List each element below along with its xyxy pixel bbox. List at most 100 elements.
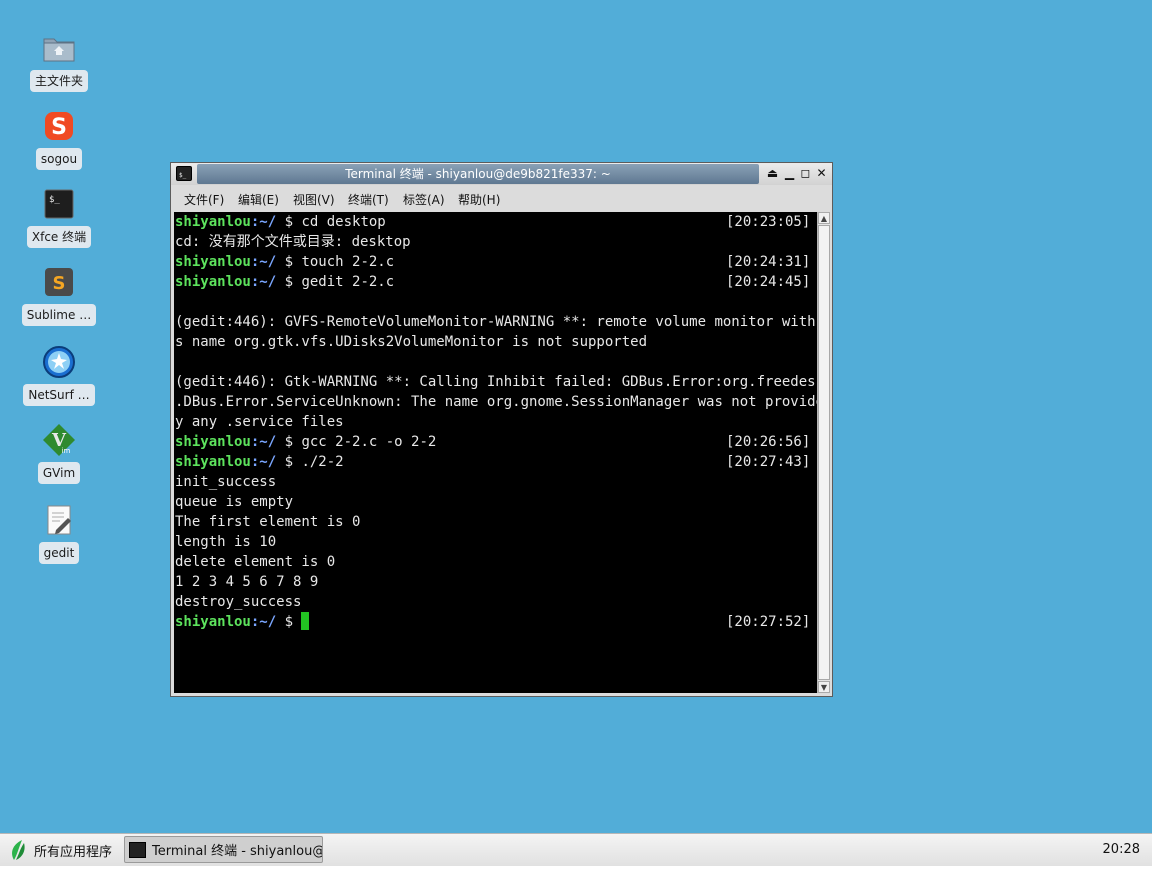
- output-line: .DBus.Error.ServiceUnknown: The name org…: [175, 394, 817, 410]
- output-line: delete element is 0: [175, 554, 336, 570]
- output-line: length is 10: [175, 534, 277, 550]
- command-timestamp: [20:27:52]: [726, 614, 811, 630]
- prompt-dir: :~/: [250, 254, 277, 270]
- gedit-icon: [41, 502, 77, 538]
- scrollbar[interactable]: ▲ ▼: [817, 212, 830, 693]
- command-timestamp: [20:26:56]: [726, 434, 811, 450]
- command-text: gedit 2-2.c: [301, 274, 395, 290]
- output-line: queue is empty: [175, 494, 294, 510]
- prompt-dir: :~/: [250, 614, 277, 630]
- output-line: The first element is 0: [175, 514, 361, 530]
- terminal-line: shiyanlou:~/ $ gcc 2-2.c -o 2-2: [175, 432, 436, 452]
- prompt-sign: $: [276, 454, 302, 470]
- desktop-icon-gvim[interactable]: V im GVim: [22, 422, 96, 484]
- prompt-user: shiyanlou: [175, 214, 251, 230]
- prompt-user: shiyanlou: [175, 254, 251, 270]
- menubar: 文件(F) 编辑(E) 视图(V) 终端(T) 标签(A) 帮助(H): [171, 185, 832, 211]
- scroll-down-arrow-icon[interactable]: ▼: [818, 681, 830, 693]
- output-line: s name org.gtk.vfs.UDisks2VolumeMonitor …: [175, 334, 648, 350]
- prompt-user: shiyanlou: [175, 274, 251, 290]
- terminal-line: shiyanlou:~/ $ touch 2-2.c: [175, 252, 394, 272]
- output-line: (gedit:446): GVFS-RemoteVolumeMonitor-WA…: [175, 314, 817, 330]
- menu-file[interactable]: 文件(F): [184, 191, 224, 208]
- terminal-icon: [129, 841, 146, 858]
- netsurf-icon: [41, 344, 77, 380]
- output-line: cd: 没有那个文件或目录: desktop: [175, 234, 411, 250]
- desktop-icon-xfce-terminal[interactable]: $_ Xfce 终端: [22, 186, 96, 248]
- window-title: Terminal 终端 - shiyanlou@de9b821fe337: ~: [197, 164, 759, 184]
- clock[interactable]: 20:28: [1103, 842, 1140, 857]
- prompt-sign: $: [276, 254, 302, 270]
- minimize-button[interactable]: ▁: [782, 166, 797, 181]
- sogou-icon: S: [41, 108, 77, 144]
- svg-text:im: im: [62, 447, 71, 455]
- desktop-icon-label: GVim: [37, 462, 81, 484]
- menu-help[interactable]: 帮助(H): [458, 191, 500, 208]
- taskbar-window-button[interactable]: Terminal 终端 - shiyanlou@…: [124, 836, 323, 863]
- scrollbar-thumb[interactable]: [818, 225, 830, 680]
- taskbar-window-label: Terminal 终端 - shiyanlou@…: [152, 844, 323, 859]
- desktop-icon-gedit[interactable]: gedit: [22, 502, 96, 564]
- output-line: y any .service files: [175, 414, 344, 430]
- command-timestamp: [20:23:05]: [726, 214, 811, 230]
- desktop-icon-label: NetSurf …: [23, 384, 95, 406]
- screen-bottom-area: [0, 866, 1152, 896]
- close-button[interactable]: ✕: [814, 166, 829, 181]
- shade-button[interactable]: ⏏: [765, 166, 780, 181]
- desktop-icon-label: gedit: [38, 542, 80, 564]
- menu-view[interactable]: 视图(V): [293, 191, 335, 208]
- desktop-icon-label: Xfce 终端: [26, 226, 92, 248]
- desktop-icon-home[interactable]: 主文件夹: [22, 30, 96, 92]
- menu-tabs[interactable]: 标签(A): [403, 191, 445, 208]
- svg-text:$_: $_: [49, 195, 60, 205]
- prompt-dir: :~/: [250, 454, 277, 470]
- terminal-line: shiyanlou:~/ $ cd desktop: [175, 212, 386, 232]
- command-text: cd desktop: [301, 214, 386, 230]
- desktop-icon-label: Sublime …: [21, 304, 97, 326]
- desktop-icon-sublime[interactable]: S Sublime …: [21, 264, 97, 326]
- desktop-icon-netsurf[interactable]: NetSurf …: [22, 344, 96, 406]
- command-text: touch 2-2.c: [301, 254, 395, 270]
- terminal-icon[interactable]: $_: [176, 166, 192, 181]
- applications-menu-label: 所有应用程序: [34, 844, 113, 860]
- maximize-button[interactable]: ◻: [798, 166, 813, 181]
- leaf-logo-icon: [12, 840, 25, 860]
- desktop-icon-label: sogou: [35, 148, 83, 170]
- prompt-sign: $: [276, 614, 302, 630]
- command-timestamp: [20:27:43]: [726, 454, 811, 470]
- prompt-user: shiyanlou: [175, 454, 251, 470]
- terminal-window: $_ Terminal 终端 - shiyanlou@de9b821fe337:…: [170, 162, 833, 697]
- output-line: init_success: [175, 474, 277, 490]
- terminal-line: shiyanlou:~/ $ gedit 2-2.c: [175, 272, 394, 292]
- prompt-sign: $: [276, 434, 302, 450]
- output-line: (gedit:446): Gtk-WARNING **: Calling Inh…: [175, 374, 817, 390]
- menu-edit[interactable]: 编辑(E): [238, 191, 279, 208]
- command-text: gcc 2-2.c -o 2-2: [301, 434, 437, 450]
- terminal-output[interactable]: [20:23:05] shiyanlou:~/ $ cd desktop cd: 没…: [174, 212, 817, 693]
- prompt-dir: :~/: [250, 214, 277, 230]
- sublime-icon: S: [41, 264, 77, 300]
- window-titlebar[interactable]: $_ Terminal 终端 - shiyanlou@de9b821fe337:…: [171, 163, 832, 185]
- output-line: destroy_success: [175, 594, 302, 610]
- svg-text:$_: $_: [179, 172, 187, 179]
- scroll-up-arrow-icon[interactable]: ▲: [818, 212, 830, 224]
- prompt-user: shiyanlou: [175, 434, 251, 450]
- svg-text:S: S: [53, 273, 66, 294]
- prompt-user: shiyanlou: [175, 614, 251, 630]
- menu-terminal[interactable]: 终端(T): [348, 191, 389, 208]
- terminal-line: shiyanlou:~/ $: [175, 612, 310, 632]
- desktop-icon-sogou[interactable]: S sogou: [22, 108, 96, 170]
- text-cursor: [301, 612, 310, 630]
- prompt-sign: $: [276, 214, 302, 230]
- terminal-line: shiyanlou:~/ $ ./2-2: [175, 452, 344, 472]
- prompt-sign: $: [276, 274, 302, 290]
- command-timestamp: [20:24:31]: [726, 254, 811, 270]
- applications-menu-button[interactable]: 所有应用程序: [8, 838, 112, 862]
- taskbar: 所有应用程序 Terminal 终端 - shiyanlou@… 20:28: [0, 833, 1152, 866]
- command-timestamp: [20:24:45]: [726, 274, 811, 290]
- desktop-icon-label: 主文件夹: [29, 70, 88, 92]
- home-folder-icon: [41, 30, 77, 66]
- command-text: ./2-2: [301, 454, 344, 470]
- svg-text:S: S: [51, 115, 67, 140]
- output-line: 1 2 3 4 5 6 7 8 9: [175, 574, 319, 590]
